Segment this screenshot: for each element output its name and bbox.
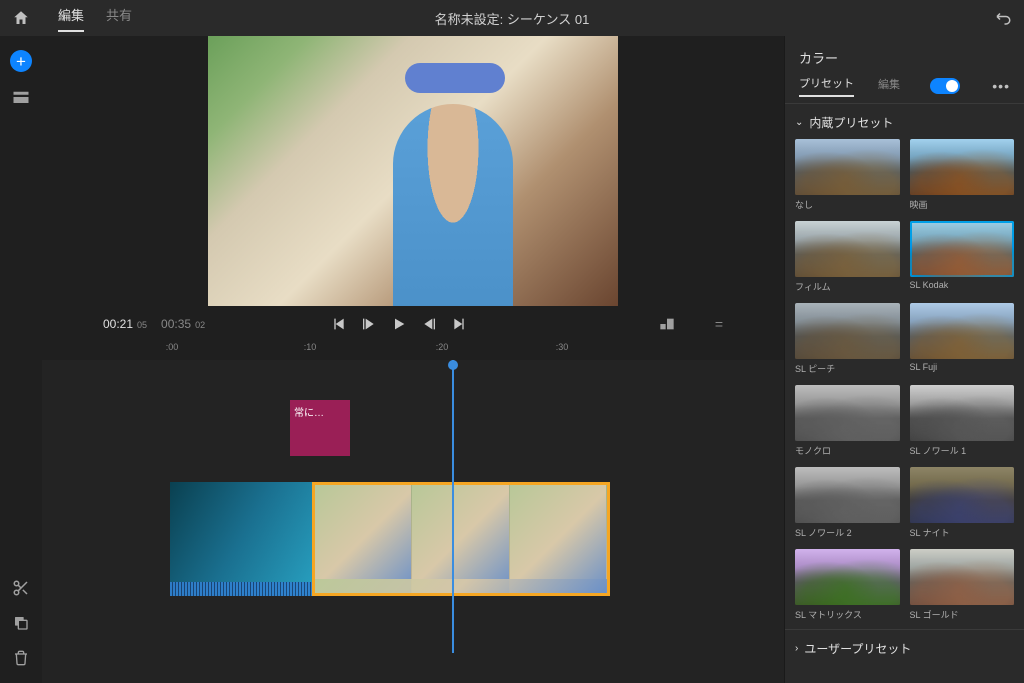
duplicate-icon[interactable] [13, 615, 29, 631]
scissors-icon[interactable] [12, 579, 30, 597]
quality-icon[interactable] [659, 317, 675, 331]
tab-share[interactable]: 共有 [106, 5, 132, 32]
title-clip[interactable]: 常に… [290, 400, 350, 456]
preset-none[interactable]: なし [795, 139, 900, 211]
duration-time: 00:35 [161, 317, 191, 331]
playhead[interactable] [452, 360, 454, 653]
audio-waveform [170, 582, 312, 596]
project-panel-icon[interactable] [12, 90, 30, 104]
tab-edit[interactable]: 編集 [58, 5, 84, 32]
chevron-right-icon: › [795, 643, 798, 654]
ruler-tick: :10 [304, 342, 317, 352]
ruler-tick: :20 [436, 342, 449, 352]
video-clip-2-selected[interactable] [312, 482, 610, 596]
preset-gold[interactable]: SL ゴールド [910, 549, 1015, 621]
preset-mono[interactable]: モノクロ [795, 385, 900, 457]
ruler-tick: :30 [556, 342, 569, 352]
preset-kodak[interactable]: SL Kodak [910, 221, 1015, 293]
preset-peach[interactable]: SL ピーチ [795, 303, 900, 375]
panel-more-icon[interactable]: ••• [992, 78, 1010, 94]
document-title: 名称未設定: シーケンス 01 [435, 9, 590, 28]
play-icon[interactable] [391, 316, 407, 332]
preset-film[interactable]: フィルム [795, 221, 900, 293]
audio-waveform [315, 579, 607, 593]
chevron-down-icon: ⌄ [795, 117, 803, 128]
timeline-ruler[interactable]: :00 :10 :20 :30 [42, 342, 784, 360]
panel-title: カラー [785, 36, 1024, 75]
home-icon[interactable] [12, 9, 30, 27]
undo-icon[interactable] [994, 9, 1012, 27]
trash-icon[interactable] [13, 649, 29, 667]
ruler-tick: :00 [166, 342, 179, 352]
preset-night[interactable]: SL ナイト [910, 467, 1015, 539]
user-presets-header[interactable]: › ユーザープリセット [785, 629, 1024, 665]
section-label: 内蔵プリセット [809, 114, 893, 131]
current-time: 00:21 [103, 317, 133, 331]
preset-noir2[interactable]: SL ノワール 2 [795, 467, 900, 539]
panel-tab-edit[interactable]: 編集 [878, 76, 900, 96]
timeline-options-icon[interactable]: = [715, 316, 723, 332]
duration-frames: 02 [195, 320, 205, 330]
skip-forward-icon[interactable] [451, 316, 467, 332]
timeline[interactable]: 常に… [42, 360, 784, 683]
preset-noir1[interactable]: SL ノワール 1 [910, 385, 1015, 457]
section-label: ユーザープリセット [804, 640, 911, 657]
add-media-button[interactable]: + [10, 50, 32, 72]
video-preview[interactable] [208, 36, 618, 306]
builtin-presets-header[interactable]: ⌄ 内蔵プリセット [785, 104, 1024, 139]
step-back-icon[interactable] [361, 316, 377, 332]
current-frames: 05 [137, 320, 147, 330]
preset-fuji[interactable]: SL Fuji [910, 303, 1015, 375]
preset-matrix[interactable]: SL マトリックス [795, 549, 900, 621]
color-enabled-toggle[interactable] [930, 78, 960, 94]
skip-back-icon[interactable] [331, 316, 347, 332]
video-clip-1[interactable] [170, 482, 312, 596]
preset-cinema[interactable]: 映画 [910, 139, 1015, 211]
panel-tab-preset[interactable]: プリセット [799, 75, 854, 97]
step-forward-icon[interactable] [421, 316, 437, 332]
